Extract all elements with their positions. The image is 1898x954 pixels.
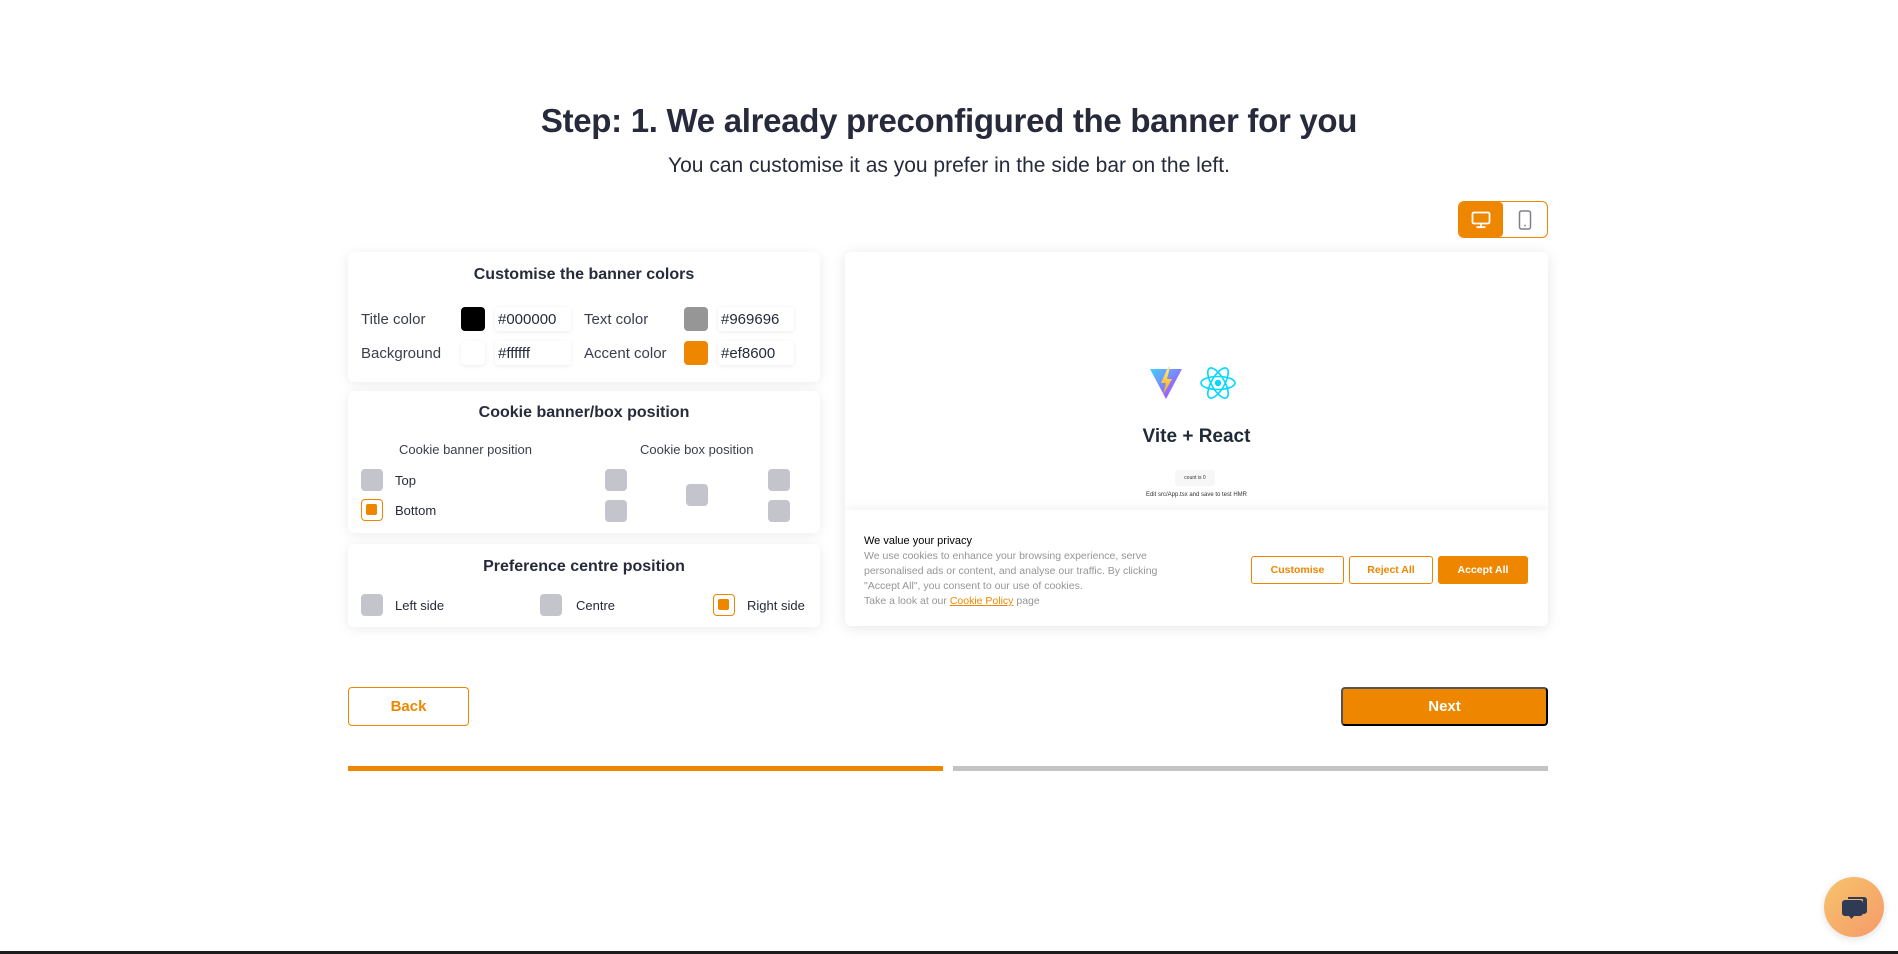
back-button[interactable]: Back — [348, 687, 469, 726]
banner-position-title: Cookie banner/box position — [478, 404, 690, 421]
page-title: Step: 1. We already preconfigured the ba… — [540, 102, 1358, 139]
text-color-row: Text color — [584, 307, 794, 331]
preview-app-title: Vite + React — [1142, 426, 1251, 447]
background-color-label: Background — [361, 344, 442, 362]
pref-left-side-option[interactable]: Left side — [361, 594, 444, 616]
background-color-swatch[interactable] — [461, 341, 485, 365]
cookie-banner-title: We value your privacy — [864, 535, 973, 547]
progress-step-2 — [953, 766, 1548, 771]
text-color-label: Text color — [584, 310, 649, 328]
cookie-banner-text: We use cookies to enhance your browsing … — [864, 549, 1194, 609]
next-button[interactable]: Next — [1341, 687, 1548, 726]
banner-top-label: Top — [395, 472, 416, 488]
reject-all-button[interactable]: Reject All — [1349, 556, 1433, 584]
chat-bubble-icon — [1842, 897, 1867, 919]
box-position-top-left[interactable] — [605, 469, 627, 491]
preview-hmr-text: Edit src/App.tsx and save to test HMR — [1145, 492, 1248, 498]
box-position-center[interactable] — [686, 484, 708, 506]
cookie-policy-prefix: Take a look at our — [864, 595, 947, 607]
pref-centre-option[interactable]: Centre — [540, 594, 615, 616]
banner-position-top[interactable]: Top — [361, 469, 416, 491]
box-position-top-right[interactable] — [768, 469, 790, 491]
title-color-label: Title color — [361, 310, 426, 328]
react-logo-icon — [1200, 367, 1236, 399]
pref-centre-checkbox[interactable] — [540, 594, 562, 616]
banner-preview: Vite + React count is 0 Edit src/App.tsx… — [845, 252, 1548, 626]
cookie-banner-body: We use cookies to enhance your browsing … — [864, 550, 1158, 592]
device-toggle — [1458, 201, 1548, 238]
vite-logo-icon — [1150, 367, 1182, 399]
pref-left-checkbox[interactable] — [361, 594, 383, 616]
title-color-swatch[interactable] — [461, 307, 485, 331]
pref-centre-label: Centre — [576, 597, 616, 613]
accent-color-swatch[interactable] — [684, 341, 708, 365]
accent-color-label: Accent color — [584, 344, 667, 362]
mobile-view-button[interactable] — [1503, 202, 1547, 237]
banner-colors-title: Customise the banner colors — [473, 266, 695, 283]
accent-color-row: Accent color — [584, 341, 794, 365]
banner-colors-card: Customise the banner colors Title color … — [348, 252, 820, 382]
mobile-icon — [1518, 209, 1532, 230]
progress-step-1 — [348, 766, 943, 771]
banner-top-checkbox[interactable] — [361, 469, 383, 491]
chat-support-button[interactable] — [1824, 877, 1884, 937]
title-color-row: Title color — [361, 307, 571, 331]
banner-position-card: Cookie banner/box position Cookie banner… — [348, 391, 820, 533]
accept-all-button[interactable]: Accept All — [1438, 556, 1528, 584]
cookie-policy-link[interactable]: Cookie Policy — [950, 595, 1014, 607]
preference-centre-title: Preference centre position — [483, 558, 685, 575]
desktop-icon — [1471, 211, 1491, 228]
pref-right-checkbox[interactable] — [713, 594, 735, 616]
pref-left-label: Left side — [395, 597, 445, 613]
text-color-swatch[interactable] — [684, 307, 708, 331]
banner-bottom-checkbox[interactable] — [361, 499, 383, 521]
cookie-policy-suffix: page — [1016, 595, 1040, 607]
customise-button[interactable]: Customise — [1251, 556, 1344, 584]
title-color-input[interactable] — [495, 307, 571, 331]
preference-centre-card: Preference centre position Left side Cen… — [348, 544, 820, 627]
banner-position-heading: Cookie banner position — [399, 442, 532, 457]
desktop-view-button[interactable] — [1459, 202, 1503, 237]
background-color-input[interactable] — [495, 341, 571, 365]
box-position-bottom-left[interactable] — [605, 500, 627, 522]
preview-logos — [1148, 365, 1238, 401]
box-position-heading: Cookie box position — [640, 442, 754, 457]
accent-color-input[interactable] — [718, 341, 794, 365]
text-color-input[interactable] — [718, 307, 794, 331]
cookie-banner: We value your privacy We use cookies to … — [845, 510, 1548, 626]
page-subtitle: You can customise it as you prefer in th… — [668, 154, 1230, 177]
preview-count-button[interactable]: count is 0 — [1175, 470, 1215, 486]
pref-right-side-option[interactable]: Right side — [713, 594, 805, 616]
pref-right-label: Right side — [747, 597, 805, 613]
banner-bottom-label: Bottom — [395, 502, 437, 518]
banner-position-bottom[interactable]: Bottom — [361, 499, 436, 521]
background-color-row: Background — [361, 341, 571, 365]
box-position-bottom-right[interactable] — [768, 500, 790, 522]
